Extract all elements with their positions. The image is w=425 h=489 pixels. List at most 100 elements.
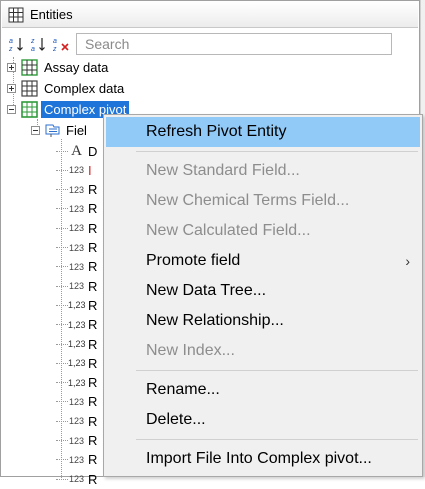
tree-line [56, 208, 68, 210]
svg-text:a: a [31, 46, 35, 53]
field-item[interactable]: 1,23 R [56, 373, 97, 393]
field-name: R [88, 375, 98, 391]
field-item[interactable]: 123 R [56, 218, 97, 238]
context-menu: Refresh Pivot Entity New Standard Field..… [103, 114, 423, 477]
numeric-type-icon: 123 [68, 435, 85, 446]
numeric-type-icon: 123 [68, 474, 85, 485]
menu-item-label: Import File Into Complex pivot... [146, 450, 372, 467]
tree-item-assay-data[interactable]: Assay data [7, 57, 108, 77]
menu-item-label: New Index... [146, 342, 235, 359]
numeric-type-icon: 123 [68, 184, 85, 195]
search-field[interactable] [76, 32, 392, 55]
menu-item-refresh-pivot-entity[interactable]: Refresh Pivot Entity [106, 117, 420, 147]
field-name: R [88, 182, 98, 198]
field-item[interactable]: 1,23 R [56, 315, 97, 335]
fields-folder-icon [45, 124, 60, 137]
sort-az-icon[interactable]: a z [8, 35, 26, 53]
svg-text:z: z [52, 46, 57, 53]
field-name: R [88, 201, 98, 217]
field-item[interactable]: 123 R [56, 392, 97, 412]
numeric-type-icon: 123 [68, 396, 85, 407]
expand-icon[interactable] [7, 83, 16, 93]
tree-line [56, 189, 68, 191]
field-name: R [88, 278, 98, 294]
menu-item-label: Rename... [146, 381, 220, 398]
field-name: R [88, 259, 98, 275]
numeric-type-icon: 123 [68, 223, 85, 234]
collapse-icon[interactable] [7, 104, 16, 114]
submenu-arrow-icon: › [405, 253, 410, 269]
numeric-type-icon: 1,23 [68, 339, 86, 349]
menu-item-label: New Data Tree... [146, 282, 267, 299]
field-name: R [88, 317, 98, 333]
field-name: R [88, 240, 98, 255]
field-item[interactable]: 123 R [56, 469, 97, 489]
field-item[interactable]: 123 R [56, 180, 97, 200]
tree-item-complex-data[interactable]: Complex data [7, 78, 124, 98]
numeric-type-icon: 123 [68, 203, 85, 214]
svg-text:a: a [53, 38, 57, 45]
menu-item-import-file-into-complex-pivot[interactable]: Import File Into Complex pivot... [106, 444, 420, 474]
field-item[interactable]: 123 I [56, 160, 92, 180]
tree-line [56, 266, 68, 268]
tree-line [56, 478, 68, 480]
grid-table-icon [21, 58, 38, 76]
numeric-type-icon: 1,23 [68, 377, 86, 388]
numeric-type-icon: 1,23 [68, 300, 86, 311]
tree-item-label: Assay data [44, 59, 109, 75]
field-item[interactable]: 123 R [56, 276, 97, 296]
field-name: R [88, 297, 98, 313]
grid-table-icon [8, 7, 24, 22]
menu-separator [136, 439, 418, 440]
tree-line [56, 459, 68, 461]
clear-sort-icon[interactable]: a z [52, 35, 70, 53]
field-name: R [88, 355, 98, 371]
field-name: R [88, 471, 98, 487]
field-item[interactable]: 1,23 R [56, 334, 97, 354]
menu-item-promote-field[interactable]: Promote field › [106, 246, 420, 276]
numeric-type-icon: 123 [68, 261, 85, 272]
text-type-icon: A [71, 142, 82, 159]
numeric-type-icon: 123 [68, 416, 85, 427]
collapse-icon[interactable] [31, 125, 40, 135]
field-item[interactable]: AD [56, 141, 97, 161]
field-item[interactable]: 123 R [56, 411, 97, 431]
numeric-type-icon: 123 [68, 242, 85, 253]
menu-separator [136, 370, 418, 371]
tree-line [56, 362, 68, 364]
tree-line [56, 227, 68, 229]
menu-item-label: Delete... [146, 411, 206, 428]
grid-table-green-icon [21, 100, 38, 118]
numeric-type-icon: 1,23 [68, 358, 86, 369]
panel-title: Entities [30, 7, 73, 22]
field-item[interactable]: 1,23 R [56, 295, 97, 315]
sort-za-icon[interactable]: z a [30, 35, 48, 53]
tree-line [56, 150, 68, 152]
svg-text:a: a [9, 38, 13, 45]
field-item[interactable]: 1,23 R [56, 353, 97, 373]
menu-separator [136, 151, 418, 152]
menu-item-label: Promote field [146, 252, 241, 269]
svg-text:z: z [8, 46, 13, 53]
menu-item-new-index: New Index... [106, 336, 420, 366]
panel-header: Entities [2, 2, 418, 28]
field-name: D [88, 143, 98, 159]
menu-item-label: New Calculated Field... [146, 222, 311, 239]
field-item[interactable]: 123 R [56, 238, 97, 258]
field-item[interactable]: 123 R [56, 257, 97, 277]
tree-item-fields[interactable]: Fiel [31, 120, 87, 140]
menu-item-label: New Relationship... [146, 312, 284, 329]
numeric-type-icon: 123 [68, 454, 85, 465]
menu-item-new-relationship[interactable]: New Relationship... [106, 306, 420, 336]
menu-item-new-standard-field: New Standard Field... [106, 156, 420, 186]
field-item[interactable]: 123 R [56, 450, 97, 470]
menu-item-rename[interactable]: Rename... [106, 375, 420, 405]
field-item[interactable]: 123 R [56, 431, 97, 451]
field-item[interactable]: 123 R [56, 199, 97, 219]
numeric-type-icon: 123 [68, 165, 85, 176]
expand-icon[interactable] [7, 62, 16, 72]
search-input[interactable] [77, 35, 391, 52]
tree-line [56, 440, 68, 441]
menu-item-delete[interactable]: Delete... [106, 405, 420, 435]
menu-item-new-data-tree[interactable]: New Data Tree... [106, 276, 420, 306]
